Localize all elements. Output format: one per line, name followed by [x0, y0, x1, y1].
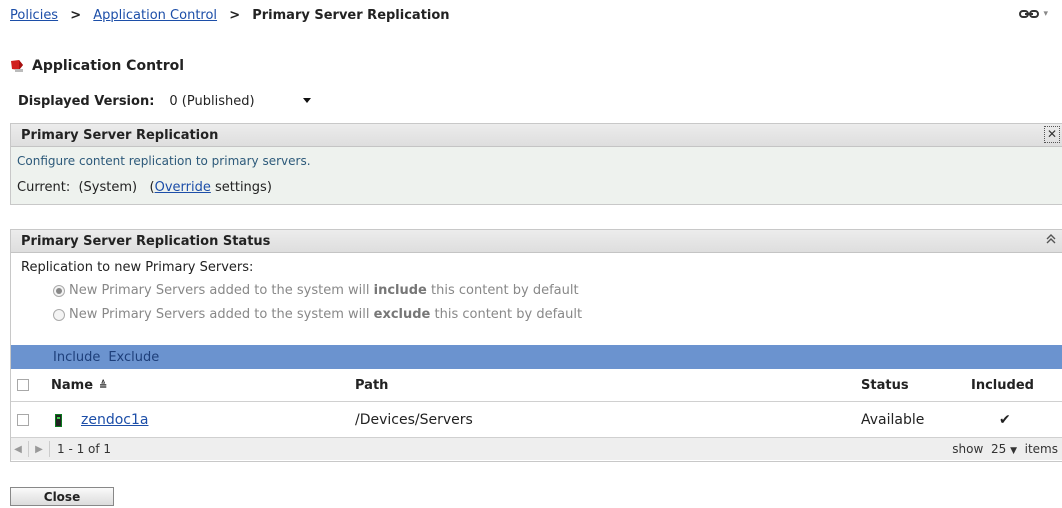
version-select[interactable]: 0 (Published) — [164, 91, 319, 111]
breadcrumb-current: Primary Server Replication — [252, 8, 450, 23]
divider — [49, 441, 50, 457]
page-size-value[interactable]: 25 — [991, 442, 1006, 456]
radio-include[interactable] — [53, 284, 65, 297]
override-link[interactable]: Override — [155, 180, 211, 195]
breadcrumb-policies-link[interactable]: Policies — [10, 8, 58, 23]
close-button[interactable]: Close — [10, 487, 114, 506]
replication-panel-header: Primary Server Replication ✕ — [11, 124, 1062, 147]
server-grid: Name ≜ Path Status Included zendoc1a /Dev… — [11, 369, 1062, 460]
version-select-value: 0 (Published) — [169, 93, 255, 109]
chevron-down-icon — [303, 98, 312, 103]
select-all-checkbox[interactable] — [17, 379, 29, 391]
column-included[interactable]: Included — [971, 378, 1034, 393]
replication-description: Configure content replication to primary… — [17, 154, 311, 168]
application-control-icon — [10, 59, 26, 73]
column-name[interactable]: Name ≜ — [51, 378, 107, 393]
page-title-text: Application Control — [32, 58, 185, 74]
sort-ascending-icon[interactable]: ≜ — [99, 381, 107, 392]
server-name-link[interactable]: zendoc1a — [81, 412, 148, 428]
status-panel: Primary Server Replication Status Replic… — [10, 229, 1062, 462]
checkmark-icon: ✔ — [999, 412, 1011, 428]
link-icon[interactable] — [1019, 9, 1040, 19]
version-label: Displayed Version: — [18, 93, 155, 109]
server-icon — [55, 414, 62, 427]
radio-exclude-option[interactable]: New Primary Servers added to the system … — [53, 307, 582, 322]
radio-exclude[interactable] — [53, 308, 65, 321]
page-title: Application Control — [10, 58, 184, 74]
page-size-control[interactable]: show 25 ▼ items — [952, 442, 1058, 456]
header-tools[interactable]: ▾ — [1019, 9, 1048, 19]
include-action[interactable]: Include — [53, 350, 100, 365]
breadcrumb-separator: > — [229, 8, 241, 23]
current-value: (System) — [78, 180, 138, 195]
next-page-icon[interactable]: ▶ — [32, 444, 46, 455]
version-row: Displayed Version: 0 (Published) — [18, 91, 319, 111]
breadcrumb-separator: > — [70, 8, 82, 23]
radio-include-label: New Primary Servers added to the system … — [69, 283, 579, 298]
breadcrumb-application-control-link[interactable]: Application Control — [93, 8, 217, 23]
chevron-down-icon[interactable]: ▾ — [1043, 9, 1048, 19]
prev-page-icon[interactable]: ◀ — [11, 444, 25, 455]
action-bar: Include Exclude — [11, 345, 1062, 369]
override-rest: settings) — [210, 180, 272, 195]
server-path: /Devices/Servers — [355, 412, 473, 428]
close-icon[interactable]: ✕ — [1044, 126, 1060, 143]
grid-header: Name ≜ Path Status Included — [11, 369, 1062, 402]
current-setting: Current: (System) (Override settings) — [17, 180, 272, 195]
server-status: Available — [861, 412, 925, 428]
row-checkbox[interactable] — [17, 414, 29, 426]
status-panel-header: Primary Server Replication Status — [11, 230, 1062, 253]
status-panel-title: Primary Server Replication Status — [21, 233, 271, 249]
exclude-action[interactable]: Exclude — [108, 350, 159, 365]
replication-label: Replication to new Primary Servers: — [21, 260, 254, 275]
column-status[interactable]: Status — [861, 378, 909, 393]
table-row: zendoc1a /Devices/Servers Available ✔ — [11, 402, 1062, 439]
pager: ◀ ▶ 1 - 1 of 1 show 25 ▼ items — [11, 437, 1062, 460]
page-range: 1 - 1 of 1 — [57, 442, 112, 456]
breadcrumb: Policies > Application Control > Primary… — [10, 8, 450, 23]
radio-include-option[interactable]: New Primary Servers added to the system … — [53, 283, 579, 298]
column-path[interactable]: Path — [355, 378, 388, 393]
replication-panel-title: Primary Server Replication — [21, 127, 219, 143]
divider — [28, 441, 29, 457]
collapse-icon[interactable] — [1046, 233, 1056, 247]
replication-panel: Primary Server Replication ✕ Configure c… — [10, 123, 1062, 205]
current-label: Current: — [17, 180, 71, 195]
chevron-down-icon[interactable]: ▼ — [1010, 446, 1017, 456]
radio-exclude-label: New Primary Servers added to the system … — [69, 307, 583, 322]
